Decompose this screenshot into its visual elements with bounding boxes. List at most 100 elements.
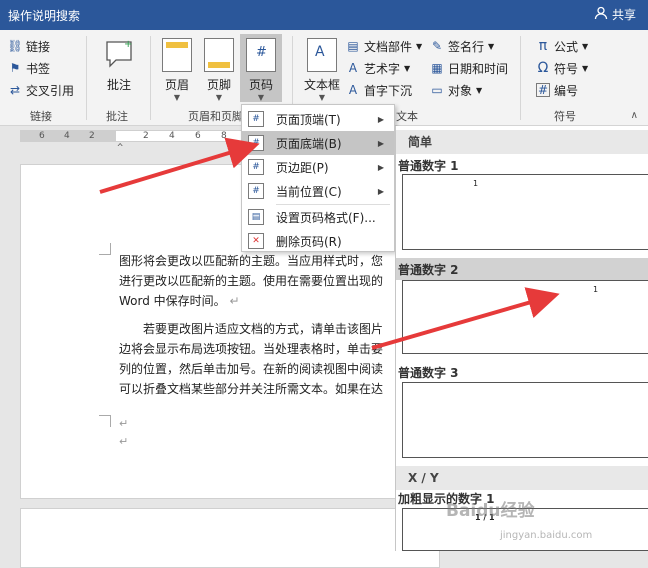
textbox-label: 文本框	[303, 78, 340, 92]
doc-parts-button[interactable]: ▤ 文档部件 ▼	[346, 36, 422, 56]
chevron-down-icon: ▼	[488, 41, 495, 51]
equation-button[interactable]: π 公式 ▼	[536, 36, 588, 56]
ruler-strip: 6 4 2 2 4 6 8 ⌂	[20, 130, 250, 152]
watermark-logo: Baidu经验	[446, 501, 535, 521]
tell-me-search[interactable]: 操作说明搜索	[8, 7, 80, 24]
paragraph-mark: ↵	[119, 435, 129, 448]
link-label: 链接	[26, 39, 51, 54]
group-separator	[150, 36, 151, 120]
comment-icon: +	[104, 38, 134, 72]
paragraph-1[interactable]: 图形将会更改以匹配新的主题。当应用样式时，您 进行更改以匹配新的主题。使用在需要…	[119, 251, 419, 311]
menu-item-remove-page-numbers[interactable]: ✕ 删除页码(R)	[242, 229, 394, 253]
document-page-2[interactable]	[20, 508, 440, 568]
header-label: 页眉	[164, 78, 189, 92]
object-button[interactable]: ▭ 对象 ▼	[430, 80, 482, 100]
ruler-tick: 4	[169, 131, 175, 141]
datetime-button[interactable]: ▦ 日期和时间	[430, 58, 508, 78]
gallery-item-title: 普通数字 2	[398, 263, 459, 277]
cross-reference-label: 交叉引用	[26, 83, 75, 98]
symbol-button[interactable]: Ω 符号 ▼	[536, 58, 589, 78]
numbering-button[interactable]: # 编号	[536, 80, 578, 100]
dropcap-button[interactable]: A 首字下沉	[346, 80, 412, 100]
menu-item-page-margins[interactable]: # 页边距(P) ▶	[242, 155, 394, 179]
chevron-down-icon: ▼	[582, 41, 589, 51]
header-button[interactable]: 页眉 ▼	[156, 34, 198, 102]
hash-icon: #	[536, 83, 550, 97]
menu-item-label: 页面底端(B)	[276, 136, 342, 151]
ruler-tick: 6	[39, 131, 45, 141]
menu-item-current-position[interactable]: # 当前位置(C) ▶	[242, 179, 394, 203]
doc-parts-label: 文档部件	[364, 39, 413, 54]
ruler-tick: 2	[89, 131, 95, 141]
header-icon	[162, 38, 192, 72]
bookmark-icon: ⚑	[9, 61, 21, 75]
wordart-icon: A	[348, 61, 358, 75]
menu-item-label: 页边距(P)	[276, 160, 329, 175]
symbol-label: 符号	[554, 61, 579, 76]
omega-icon: Ω	[537, 60, 549, 76]
menu-item-label: 当前位置(C)	[276, 184, 342, 199]
bookmark-button[interactable]: ⚑ 书签	[8, 58, 50, 78]
cross-reference-icon: ⇄	[9, 83, 21, 97]
text-line: 若要更改图片适应文档的方式，请单击该图片	[143, 322, 384, 336]
ruler-tick: 8	[221, 131, 227, 141]
page-number-menu: # 页面顶端(T) ▶ # 页面底端(B) ▶ # 页边距(P) ▶ # 当前位…	[241, 104, 395, 252]
svg-text:+: +	[124, 39, 132, 50]
chevron-down-icon: ▼	[173, 93, 181, 102]
page-top-icon: #	[248, 111, 264, 127]
menu-item-format-page-numbers[interactable]: ▤ 设置页码格式(F)...	[242, 205, 394, 229]
datetime-label: 日期和时间	[448, 61, 509, 76]
gallery-thumb-plain-number-1[interactable]: 1	[402, 174, 648, 250]
chevron-down-icon: ▼	[257, 93, 265, 102]
submenu-arrow-icon: ▶	[377, 138, 384, 148]
group-label-comment: 批注	[106, 110, 128, 123]
collapse-ribbon-icon[interactable]: ∧	[631, 110, 638, 121]
menu-item-bottom-of-page[interactable]: # 页面底端(B) ▶	[242, 131, 394, 155]
text-line: 进行更改以匹配新的主题。使用在需要位置出现的	[119, 274, 384, 288]
comment-button[interactable]: + 批注	[98, 34, 140, 102]
gallery-item-title: 普通数字 1	[398, 159, 459, 173]
gallery-section-xy: X / Y	[396, 466, 648, 490]
doc-parts-icon: ▤	[347, 39, 359, 53]
chevron-down-icon: ▼	[215, 93, 223, 102]
group-separator	[520, 36, 521, 120]
menu-item-top-of-page[interactable]: # 页面顶端(T) ▶	[242, 107, 394, 131]
paragraph-mark: ↵	[119, 417, 129, 430]
submenu-arrow-icon: ▶	[377, 114, 384, 124]
group-label-links: 链接	[30, 110, 52, 123]
page-bottom-icon: #	[248, 135, 264, 151]
group-separator	[86, 36, 87, 120]
chevron-down-icon: ▼	[404, 63, 411, 73]
menu-item-label: 设置页码格式(F)...	[276, 210, 376, 225]
chevron-down-icon: ▼	[318, 93, 326, 102]
footer-button[interactable]: 页脚 ▼	[198, 34, 240, 102]
paragraph-2[interactable]: 若要更改图片适应文档的方式，请单击该图片 边将会显示布局选项按钮。当处理表格时，…	[119, 319, 419, 399]
link-button[interactable]: ⛓ 链接	[7, 36, 51, 56]
chevron-down-icon: ▼	[476, 85, 483, 95]
object-label: 对象	[448, 83, 473, 98]
cross-reference-button[interactable]: ⇄ 交叉引用	[8, 80, 74, 100]
wordart-label: 艺术字	[364, 61, 401, 76]
ruler-tick: 6	[195, 131, 201, 141]
group-label-text: 文本	[396, 110, 418, 123]
gallery-thumb-plain-number-2[interactable]: 1	[402, 280, 648, 354]
paragraph-mark: ↵	[229, 294, 240, 308]
textbox-button[interactable]: A 文本框 ▼	[300, 34, 344, 102]
page-number-button[interactable]: # 页码 ▼	[240, 34, 282, 102]
wordart-button[interactable]: A 艺术字 ▼	[346, 58, 410, 78]
signature-line-button[interactable]: ✎ 签名行 ▼	[430, 36, 494, 56]
share-button[interactable]: 共享	[594, 6, 636, 23]
group-label-symbols: 符号	[554, 110, 576, 123]
menu-item-label: 删除页码(R)	[276, 234, 342, 249]
gallery-thumb-plain-number-3[interactable]	[402, 382, 648, 458]
margin-corner	[99, 243, 111, 255]
chevron-down-icon: ▼	[416, 41, 423, 51]
chevron-down-icon: ▼	[582, 63, 589, 73]
text-line: 边将会显示布局选项按钮。当处理表格时，单击要	[119, 342, 384, 356]
submenu-arrow-icon: ▶	[377, 162, 384, 172]
pi-icon: π	[538, 38, 548, 54]
thumb-page-number: 1	[473, 179, 479, 188]
margin-corner	[99, 415, 111, 427]
title-bar: 操作说明搜索 共享	[0, 0, 648, 30]
dropcap-icon: A	[348, 83, 358, 97]
